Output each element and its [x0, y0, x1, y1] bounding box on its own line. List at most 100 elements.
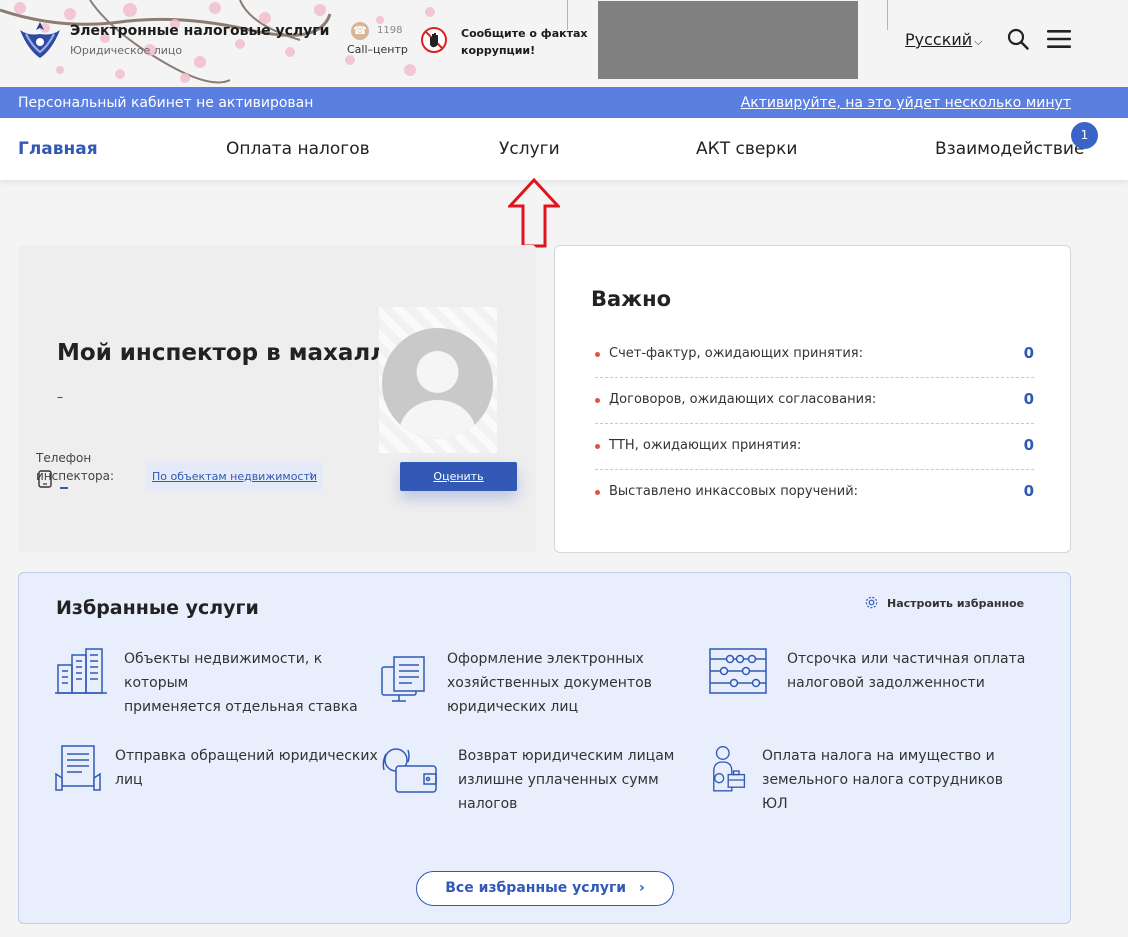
inspector-name: –	[57, 390, 63, 404]
brand-subtitle: Юридическое лицо	[70, 44, 183, 57]
important-row[interactable]: Счет-фактур, ожидающих принятия: 0	[595, 332, 1034, 378]
important-row-label: Счет-фактур, ожидающих принятия:	[609, 346, 864, 361]
important-row[interactable]: Договоров, ожидающих согласования: 0	[595, 378, 1034, 424]
service-label: Оформление электронных хозяйственных док…	[447, 647, 677, 719]
service-label-line: Возврат юридическим лицам	[458, 748, 675, 764]
site-header: Электронные налоговые услуги Юридическое…	[0, 0, 1128, 87]
configure-favorites-label: Настроить избранное	[887, 597, 1025, 610]
brand-title[interactable]: Электронные налоговые услуги	[70, 23, 329, 39]
highlight-arrow-icon	[508, 178, 560, 248]
banner-image	[598, 1, 858, 79]
service-label-line: хозяйственных документов	[447, 675, 652, 691]
service-legal-appeals[interactable]: Отправка обращений юридических лиц	[54, 744, 378, 804]
service-tax-deferral[interactable]: Отсрочка или частичная оплата налоговой …	[708, 647, 1038, 707]
nav-home[interactable]: Главная	[18, 139, 98, 159]
mobile-phone-icon	[38, 470, 52, 488]
rate-inspector-button[interactable]: Оценить	[400, 462, 517, 491]
corruption-line-2: коррупции!	[461, 44, 536, 57]
gear-icon	[865, 596, 878, 609]
all-favorite-services-button[interactable]: Все избранные услуги ›	[416, 871, 674, 906]
service-tax-refund[interactable]: Возврат юридическим лицам излишне уплаче…	[380, 744, 690, 824]
real-estate-objects-button[interactable]: По объектам недвижимости ›	[145, 461, 323, 491]
call-center-number[interactable]: 1198	[377, 25, 402, 36]
service-label: Возврат юридическим лицам излишне уплаче…	[458, 744, 688, 816]
abacus-icon	[709, 648, 767, 694]
report-corruption-link[interactable]: Сообщите о фактах коррупции!	[461, 25, 587, 59]
service-label-line: земельного налога сотрудников	[762, 772, 1003, 788]
important-row-value[interactable]: 0	[1024, 344, 1034, 362]
buildings-icon	[55, 648, 107, 694]
service-label-line: излишне уплаченных сумм	[458, 772, 659, 788]
service-label-line: налоговой задолженности	[787, 675, 985, 691]
service-label: Объекты недвижимости, к которым применяе…	[124, 647, 384, 719]
important-row[interactable]: ТТН, ожидающих принятия: 0	[595, 424, 1034, 470]
stop-hand-icon[interactable]	[421, 27, 447, 53]
call-center-label[interactable]: Call–центр	[347, 43, 408, 56]
service-employee-property-tax[interactable]: Оплата налога на имущество и земельного …	[708, 744, 1038, 824]
all-favorite-services-label: Все избранные услуги	[445, 880, 627, 896]
language-label: Русский	[905, 30, 973, 49]
bullet-icon	[595, 444, 600, 449]
favorites-title: Избранные услуги	[56, 597, 259, 619]
important-card: Важно Счет-фактур, ожидающих принятия: 0…	[554, 245, 1071, 553]
activation-status: Персональный кабинет не активирован	[18, 95, 314, 111]
e-document-icon	[381, 656, 425, 702]
nav-reconciliation[interactable]: АКТ сверки	[696, 139, 797, 159]
service-label-line: ЮЛ	[762, 796, 788, 812]
inspector-card: Мой инспектор в махалле – Телефон инспек…	[18, 245, 536, 552]
bullet-icon	[595, 398, 600, 403]
phone-icon: ☎	[351, 22, 369, 40]
service-label: Отсрочка или частичная оплата налоговой …	[787, 647, 1037, 695]
nav-services[interactable]: Услуги	[499, 139, 560, 159]
service-label: Отправка обращений юридических лиц	[115, 744, 385, 792]
service-label-line: Объекты недвижимости, к которым	[124, 651, 323, 691]
chevron-down-icon: ⌵	[974, 35, 983, 48]
chevron-right-icon: ›	[638, 880, 645, 896]
service-label-line: лиц	[115, 772, 143, 788]
hamburger-menu-icon[interactable]	[1047, 29, 1071, 49]
inspector-avatar	[379, 307, 497, 453]
employee-tax-icon	[713, 746, 746, 792]
bullet-icon	[595, 352, 600, 357]
configure-favorites-link[interactable]: Настроить избранное	[865, 596, 1025, 610]
important-row-label: ТТН, ожидающих принятия:	[609, 438, 802, 453]
tax-service-logo	[20, 22, 60, 58]
service-label-line: Отсрочка или частичная оплата	[787, 651, 1026, 667]
chevron-right-icon: ›	[308, 468, 314, 483]
service-label-line: Отправка обращений юридических	[115, 748, 378, 764]
avatar-placeholder-icon	[382, 328, 493, 439]
main-nav: Главная Оплата налогов Услуги АКТ сверки…	[0, 118, 1128, 180]
service-label: Оплата налога на имущество и земельного …	[762, 744, 1032, 816]
service-label-line: налогов	[458, 796, 518, 812]
activate-link[interactable]: Активируйте, на это уйдет несколько мину…	[741, 95, 1071, 111]
important-row-label: Выставлено инкассовых поручений:	[609, 484, 859, 499]
favorite-services-card: Избранные услуги Настроить избранное Объ…	[18, 572, 1071, 924]
important-row-value[interactable]: 0	[1024, 390, 1034, 408]
language-selector[interactable]: Русский ⌵	[905, 30, 983, 49]
appeal-document-icon	[55, 745, 101, 791]
service-e-documents[interactable]: Оформление электронных хозяйственных док…	[380, 647, 680, 727]
service-label-line: Оформление электронных	[447, 651, 644, 667]
activation-banner: Персональный кабинет не активирован Акти…	[0, 87, 1128, 118]
refund-wallet-icon	[382, 748, 437, 793]
bullet-icon	[595, 490, 600, 495]
important-row-value[interactable]: 0	[1024, 436, 1034, 454]
service-real-estate-separate-rate[interactable]: Объекты недвижимости, к которым применяе…	[54, 647, 374, 715]
service-label-line: юридических лиц	[447, 699, 578, 715]
inspector-phone-value[interactable]	[60, 487, 68, 489]
inspector-title: Мой инспектор в махалле	[57, 340, 403, 366]
search-icon[interactable]	[1007, 28, 1029, 50]
nav-interaction[interactable]: Взаимодействие	[935, 139, 1084, 159]
service-label-line: Оплата налога на имущество и	[762, 748, 995, 764]
important-row[interactable]: Выставлено инкассовых поручений: 0	[595, 470, 1034, 516]
divider	[567, 0, 568, 30]
notification-badge[interactable]: 1	[1071, 122, 1098, 149]
service-label-line: применяется отдельная ставка	[124, 699, 358, 715]
important-row-value[interactable]: 0	[1024, 482, 1034, 500]
corruption-line-1: Сообщите о фактах	[461, 27, 588, 40]
important-row-label: Договоров, ожидающих согласования:	[609, 392, 877, 407]
important-title: Важно	[591, 287, 672, 311]
divider	[887, 0, 888, 30]
real-estate-objects-label: По объектам недвижимости	[152, 470, 318, 483]
nav-tax-payment[interactable]: Оплата налогов	[226, 139, 370, 159]
